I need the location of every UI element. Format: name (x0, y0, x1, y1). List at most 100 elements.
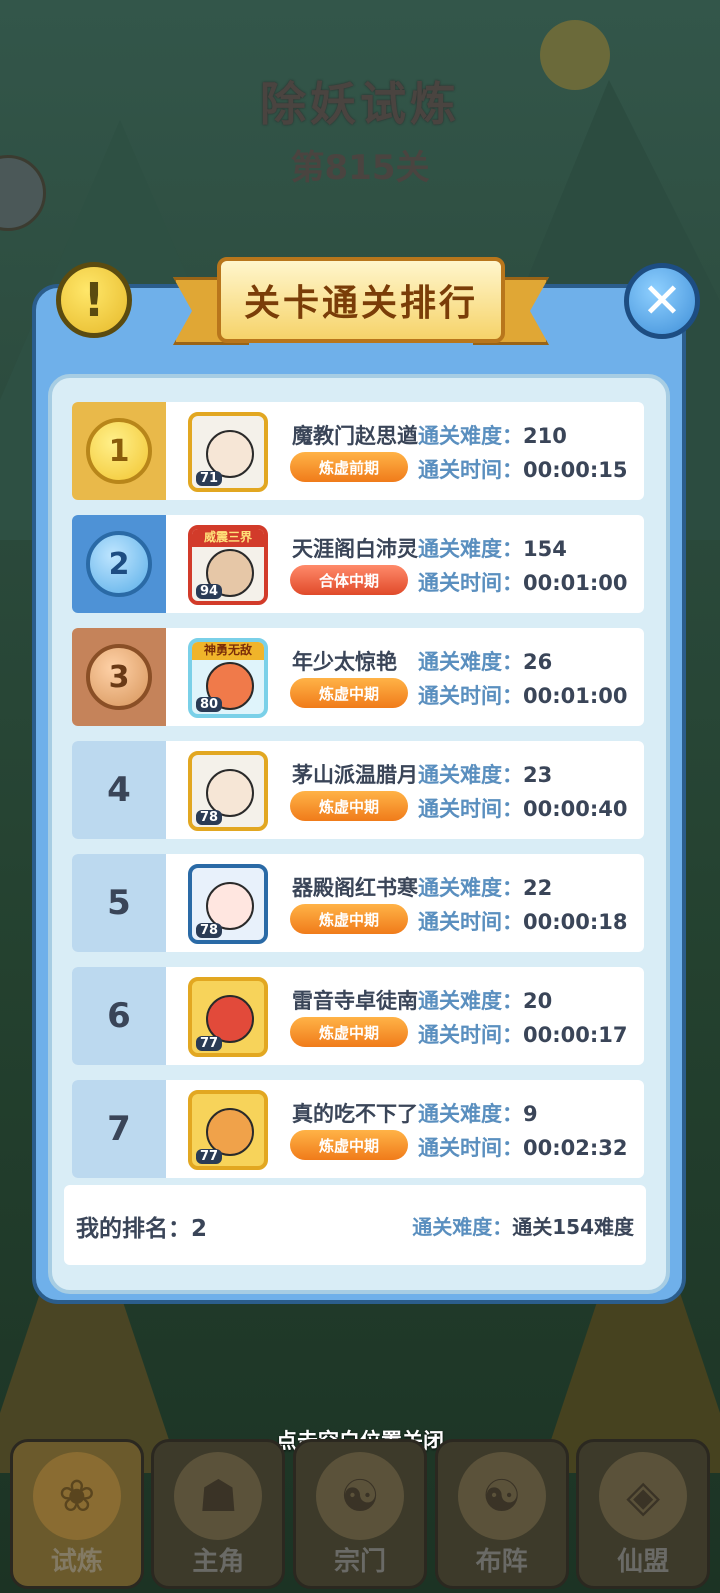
difficulty-label: 通关难度： (418, 989, 523, 1013)
my-rank-label: 我的排名：2 (76, 1209, 207, 1243)
time-stat: 通关时间：00:01:00 (418, 567, 627, 597)
title-tag: 神勇无敌 (192, 642, 264, 660)
time-value: 00:00:15 (523, 458, 628, 482)
stage-number: 第815关 (290, 148, 430, 188)
player-level: 71 (196, 471, 223, 486)
time-stat: 通关时间：00:00:40 (418, 793, 627, 823)
realm-badge: 炼虚中期 (290, 1017, 408, 1047)
time-stat: 通关时间：00:01:00 (418, 680, 627, 710)
time-label: 通关时间： (418, 684, 523, 708)
player-name: 年少太惊艳 (292, 650, 397, 674)
ranking-row[interactable]: 4 78 茅山派温腊月 炼虚中期 通关难度：23 通关时间：00:00:40 (72, 741, 644, 839)
difficulty-label: 通关难度： (418, 424, 523, 448)
realm-badge: 炼虚前期 (290, 452, 408, 482)
nav-item-alliance[interactable]: ◈ 仙盟 (576, 1439, 711, 1589)
nav-label: 试炼 (50, 1547, 103, 1577)
time-label: 通关时间： (418, 458, 523, 482)
time-value: 00:01:00 (523, 571, 628, 595)
player-avatar[interactable]: 78 (188, 864, 268, 944)
time-label: 通关时间： (418, 910, 523, 934)
player-level: 94 (196, 584, 223, 599)
flower-badge-icon: ❀ (32, 1452, 121, 1540)
difficulty-stat: 通关难度：22 (418, 872, 552, 902)
difficulty-value: 23 (523, 763, 553, 787)
rank-number: 5 (107, 883, 131, 923)
player-avatar[interactable]: 77 (188, 1090, 268, 1170)
my-rank-caption: 我的排名： (76, 1216, 191, 1242)
difficulty-stat: 通关难度：9 (418, 1098, 538, 1128)
my-rank-value: 2 (191, 1216, 208, 1242)
time-value: 00:02:32 (523, 1136, 628, 1160)
my-rank-difficulty-label: 通关难度： (412, 1215, 513, 1239)
rank-cell: 2 (72, 515, 166, 613)
silver-medal-icon: 2 (86, 531, 152, 597)
ranking-row[interactable]: 6 77 雷音寺卓徒南 炼虚中期 通关难度：20 通关时间：00:00:17 (72, 967, 644, 1065)
nav-item-hero[interactable]: ☗ 主角 (151, 1439, 286, 1589)
rank-cell: 3 (72, 628, 166, 726)
nav-item-trial[interactable]: ❀ 试炼 (9, 1439, 144, 1589)
close-icon[interactable]: ✕ (624, 263, 700, 339)
yin-yang-icon: ☯ (457, 1452, 546, 1540)
rank-cell: 4 (72, 741, 166, 839)
rank-number: 4 (107, 770, 131, 810)
my-rank-difficulty-value: 通关154难度 (512, 1215, 634, 1239)
player-level: 78 (196, 923, 223, 938)
realm-badge: 炼虚中期 (290, 1130, 408, 1160)
alliance-shield-icon: ◈ (599, 1452, 688, 1540)
nav-item-sect[interactable]: ☯ 宗门 (292, 1439, 427, 1589)
player-name: 魔教门赵思遒 (292, 424, 418, 448)
nav-label: 宗门 (333, 1547, 386, 1577)
nav-item-formation[interactable]: ☯ 布阵 (434, 1439, 569, 1589)
realm-badge: 炼虚中期 (290, 791, 408, 821)
player-avatar[interactable]: 77 (188, 977, 268, 1057)
time-stat: 通关时间：00:00:17 (418, 1019, 627, 1049)
ranking-row[interactable]: 2 威震三界 94 天涯阁白沛灵 合体中期 通关难度：154 通关时间：00:0… (72, 515, 644, 613)
time-value: 00:01:00 (523, 684, 628, 708)
player-name: 天涯阁白沛灵 (292, 537, 418, 561)
player-avatar[interactable]: 威震三界 94 (188, 525, 268, 605)
bronze-medal-icon: 3 (86, 644, 152, 710)
time-label: 通关时间： (418, 797, 523, 821)
player-avatar[interactable]: 神勇无敌 80 (188, 638, 268, 718)
time-stat: 通关时间：00:02:32 (418, 1132, 627, 1162)
difficulty-value: 26 (523, 650, 553, 674)
gold-medal-icon: 1 (86, 418, 152, 484)
player-avatar[interactable]: 78 (188, 751, 268, 831)
time-label: 通关时间： (418, 1023, 523, 1047)
player-avatar[interactable]: 71 (188, 412, 268, 492)
rank-number: 6 (107, 996, 131, 1036)
rank-cell: 1 (72, 402, 166, 500)
ranking-row[interactable]: 1 71 魔教门赵思遒 炼虚前期 通关难度：210 通关时间：00:00:15 (72, 402, 644, 500)
stage-title: 除妖试炼 (260, 77, 460, 131)
modal-title: 关卡通关排行 (243, 283, 478, 324)
rank-number: 7 (107, 1109, 131, 1149)
player-level: 77 (196, 1149, 223, 1164)
rank-cell: 7 (72, 1080, 166, 1178)
player-level: 80 (196, 697, 223, 712)
realm-badge: 炼虚中期 (290, 904, 408, 934)
time-stat: 通关时间：00:00:15 (418, 454, 627, 484)
time-label: 通关时间： (418, 571, 523, 595)
nav-label: 主角 (192, 1547, 245, 1577)
difficulty-stat: 通关难度：20 (418, 985, 552, 1015)
ranking-row[interactable]: 5 78 器殿阁红书寒 炼虚中期 通关难度：22 通关时间：00:00:18 (72, 854, 644, 952)
difficulty-label: 通关难度： (418, 537, 523, 561)
info-icon[interactable]: ! (56, 262, 132, 338)
time-value: 00:00:18 (523, 910, 628, 934)
difficulty-stat: 通关难度：210 (418, 420, 567, 450)
rank-cell: 5 (72, 854, 166, 952)
time-value: 00:00:17 (523, 1023, 628, 1047)
player-level: 77 (196, 1036, 223, 1051)
modal-title-banner: 关卡通关排行 (173, 257, 549, 349)
difficulty-value: 9 (523, 1102, 538, 1126)
ranking-row[interactable]: 3 神勇无敌 80 年少太惊艳 炼虚中期 通关难度：26 通关时间：00:01:… (72, 628, 644, 726)
difficulty-label: 通关难度： (418, 1102, 523, 1126)
title-plate: 关卡通关排行 (217, 257, 505, 343)
incense-burner-icon: ☯ (315, 1452, 404, 1540)
realm-badge: 合体中期 (290, 565, 408, 595)
player-name: 真的吃不下了 (292, 1102, 418, 1126)
time-stat: 通关时间：00:00:18 (418, 906, 627, 936)
difficulty-value: 154 (523, 537, 567, 561)
ranking-row[interactable]: 7 77 真的吃不下了 炼虚中期 通关难度：9 通关时间：00:02:32 (72, 1080, 644, 1178)
time-label: 通关时间： (418, 1136, 523, 1160)
